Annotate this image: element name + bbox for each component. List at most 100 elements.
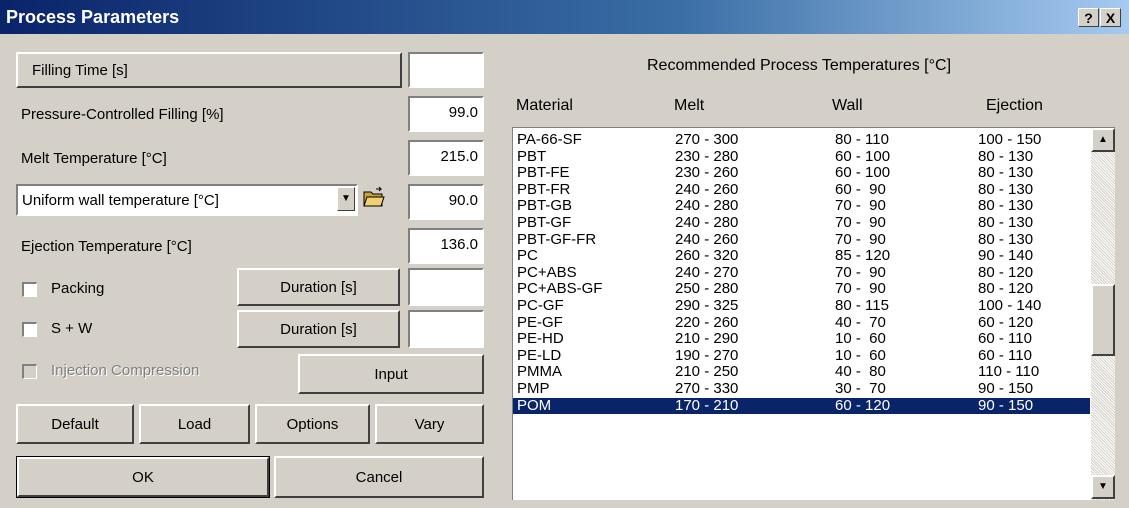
cell-melt: 230 - 280 [675,147,739,165]
default-button[interactable]: Default [16,404,134,444]
cell-ejection: 100 - 150 [978,131,1042,148]
cell-wall: 70 - 90 [835,280,886,298]
sw-checkbox[interactable] [22,322,37,337]
table-row[interactable]: PC 260 - 320 85 - 120 90 - 140 [513,248,1090,264]
cell-melt: 240 - 270 [675,263,739,281]
cell-wall: 10 - 60 [835,346,886,364]
cell-melt: 240 - 260 [675,180,739,198]
cell-ejection: 80 - 120 [978,263,1034,281]
vary-button[interactable]: Vary [375,404,484,444]
scroll-up-icon[interactable]: ▲ [1091,128,1115,152]
table-row[interactable]: PBT-FR 240 - 260 60 - 90 80 - 130 [513,180,1090,198]
list-scrollbar[interactable]: ▲ ▼ [1091,128,1115,500]
table-row[interactable]: PBT-FE 230 - 260 60 - 100 80 - 130 [513,165,1090,181]
cell-material: PMP [517,380,550,397]
cell-ejection: 80 - 130 [978,197,1034,215]
close-icon[interactable]: X [1100,8,1121,27]
cell-wall: 60 - 120 [835,396,891,414]
table-row[interactable]: PC+ABS-GF 250 - 280 70 - 90 80 - 120 [513,281,1090,297]
packing-checkbox[interactable] [22,282,37,297]
cell-material: PC+ABS [517,263,577,281]
open-folder-icon[interactable] [362,186,386,210]
sw-duration-field[interactable] [408,310,484,348]
wall-temperature-field[interactable]: 90.0 [408,184,484,220]
table-row[interactable]: PE-HD 210 - 290 10 - 60 60 - 110 [513,331,1090,347]
melt-temperature-field[interactable]: 215.0 [408,140,484,176]
cell-material: PBT [517,147,547,165]
cell-wall: 40 - 80 [835,363,886,381]
load-button[interactable]: Load [139,404,250,444]
wall-temperature-select[interactable]: Uniform wall temperature [°C] ▼ [16,184,358,216]
cell-wall: 30 - 70 [835,380,886,397]
cell-ejection: 100 - 140 [978,297,1042,314]
sw-label: S + W [51,320,93,337]
cell-wall: 40 - 70 [835,313,886,331]
help-icon[interactable]: ? [1078,8,1099,27]
filling-time-button[interactable]: Filling Time [s] [16,52,402,88]
table-row[interactable]: PE-GF 220 - 260 40 - 70 60 - 120 [513,313,1090,331]
cell-ejection: 90 - 150 [978,396,1034,414]
table-row[interactable]: PC+ABS 240 - 270 70 - 90 80 - 120 [513,263,1090,281]
cell-material: PBT-GF [517,214,572,231]
cell-material: PBT-GF-FR [517,230,597,248]
packing-label: Packing [51,280,105,297]
window-title: Process Parameters [6,7,180,27]
cell-melt: 290 - 325 [675,297,739,314]
packing-duration-field[interactable] [408,268,484,306]
ok-button[interactable]: OK [16,456,270,498]
cell-wall: 60 - 90 [835,180,886,198]
cell-melt: 170 - 210 [675,396,739,414]
cell-melt: 230 - 260 [675,164,739,182]
cell-ejection: 80 - 120 [978,280,1034,298]
table-row[interactable]: PMMA 210 - 250 40 - 80 110 - 110 [513,364,1090,380]
column-header-ejection: Ejection [986,97,1043,114]
cell-melt: 270 - 300 [675,131,739,148]
cell-ejection: 80 - 130 [978,147,1034,165]
scroll-thumb[interactable] [1091,284,1115,356]
cell-melt: 250 - 280 [675,280,739,298]
table-row[interactable]: PA-66-SF 270 - 300 80 - 110 100 - 150 [513,132,1090,148]
cell-wall: 85 - 120 [835,247,891,265]
packing-duration-button[interactable]: Duration [s] [237,268,400,306]
cell-ejection: 80 - 130 [978,214,1034,231]
table-row[interactable]: PE-LD 190 - 270 10 - 60 60 - 110 [513,346,1090,364]
cell-melt: 210 - 290 [675,330,739,348]
table-row[interactable]: PBT-GF 240 - 280 70 - 90 80 - 130 [513,215,1090,231]
cell-wall: 60 - 100 [835,164,891,182]
table-row[interactable]: PBT-GF-FR 240 - 260 70 - 90 80 - 130 [513,230,1090,248]
pressure-label: Pressure-Controlled Filling [%] [21,106,224,123]
injection-compression-label: Injection Compression [51,362,200,379]
cell-material: PC [517,247,538,265]
cell-wall: 70 - 90 [835,263,886,281]
cell-ejection: 110 - 110 [978,363,1040,381]
filling-time-field[interactable] [408,52,484,88]
recommended-temperatures-heading: Recommended Process Temperatures [°C] [647,57,952,74]
options-button[interactable]: Options [255,404,370,444]
title-bar: Process Parameters ? X [0,0,1129,34]
table-row[interactable]: POM 170 - 210 60 - 120 90 - 150 [513,396,1090,414]
cancel-button[interactable]: Cancel [274,456,484,498]
table-row[interactable]: PBT 230 - 280 60 - 100 80 - 130 [513,147,1090,165]
table-row[interactable]: PBT-GB 240 - 280 70 - 90 80 - 130 [513,198,1090,214]
table-row[interactable]: PC-GF 290 - 325 80 - 115 100 - 140 [513,298,1090,314]
cell-material: POM [517,396,552,414]
input-button[interactable]: Input [298,354,484,394]
cell-wall: 70 - 90 [835,230,886,248]
cell-material: PC-GF [517,297,564,314]
cell-melt: 270 - 330 [675,380,739,397]
cell-melt: 240 - 280 [675,214,739,231]
cell-melt: 210 - 250 [675,363,739,381]
ejection-temperature-label: Ejection Temperature [°C] [21,238,192,255]
scroll-down-icon[interactable]: ▼ [1091,475,1115,499]
dropdown-arrow-icon[interactable]: ▼ [337,187,355,211]
cell-material: PMMA [517,363,562,381]
column-header-melt: Melt [674,97,705,114]
pressure-field[interactable]: 99.0 [408,96,484,132]
cell-material: PE-HD [517,330,564,348]
sw-duration-button[interactable]: Duration [s] [237,310,400,348]
table-row[interactable]: PMP 270 - 330 30 - 70 90 - 150 [513,381,1090,397]
cell-melt: 240 - 280 [675,197,739,215]
materials-list[interactable]: PA-66-SF 270 - 300 80 - 110 100 - 150 PBT 230… [512,127,1115,500]
ejection-temperature-field[interactable]: 136.0 [408,228,484,264]
cell-ejection: 80 - 130 [978,164,1034,182]
